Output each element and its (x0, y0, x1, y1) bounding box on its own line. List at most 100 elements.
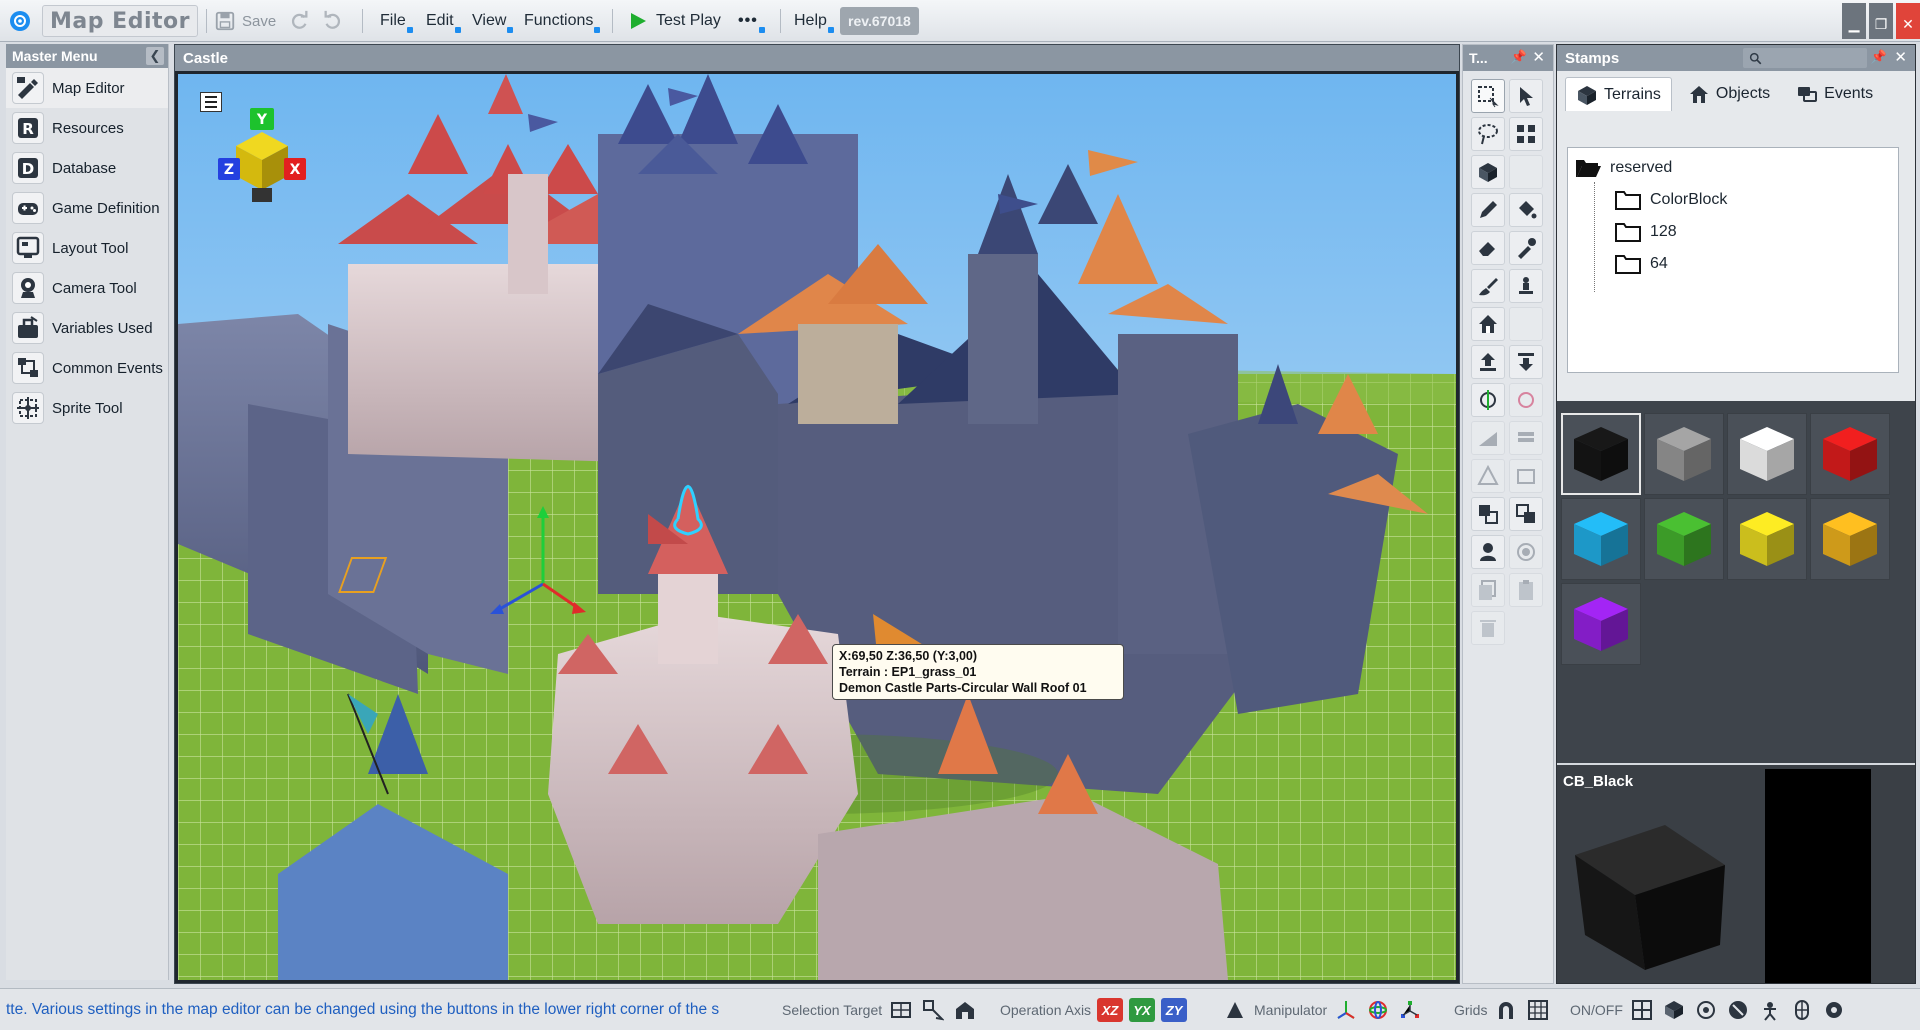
terrain-visibility-icon[interactable] (1661, 997, 1687, 1023)
lasso-tool-icon[interactable] (1471, 117, 1505, 151)
tab-label: Events (1824, 85, 1874, 102)
map-viewport[interactable]: Y Z X X:69,50 Z:36,50 (Y:3,00) Terrain :… (178, 74, 1456, 980)
test-play-button[interactable]: Test Play (628, 0, 721, 42)
collision-visibility-icon[interactable] (1789, 997, 1815, 1023)
menu-view[interactable]: View (466, 0, 514, 42)
object-visibility-icon[interactable] (1693, 997, 1719, 1023)
lighting-icon[interactable] (1725, 997, 1751, 1023)
close-icon[interactable]: ✕ (1894, 48, 1907, 66)
undo-button[interactable] (322, 0, 344, 42)
duplicate-tool-icon[interactable] (1471, 573, 1505, 607)
stamp-swatch[interactable] (1727, 413, 1807, 495)
character-tool-icon[interactable] (1471, 535, 1505, 569)
pin-icon[interactable]: 📌 (1871, 49, 1887, 65)
tab-terrains[interactable]: Terrains (1565, 77, 1672, 111)
stamp-swatch[interactable] (1644, 498, 1724, 580)
tab-objects[interactable]: Objects (1678, 77, 1780, 111)
menu-help[interactable]: Help (788, 0, 834, 42)
select-object-icon[interactable] (920, 997, 946, 1023)
master-item-game-definition[interactable]: Game Definition (6, 188, 168, 228)
clipboard-tool-icon[interactable] (1509, 573, 1543, 607)
stamp-swatch[interactable] (1561, 583, 1641, 665)
master-item-camera-tool[interactable]: Camera Tool (6, 268, 168, 308)
pencil-tool-icon[interactable] (1471, 193, 1505, 227)
layer-grid-icon[interactable] (1629, 997, 1655, 1023)
grid-toggle-icon[interactable] (1525, 997, 1551, 1023)
stamp-swatch[interactable] (1810, 413, 1890, 495)
stamp-tool-icon[interactable] (1509, 269, 1543, 303)
axis-zy-button[interactable]: ZY (1161, 998, 1188, 1022)
stamp-swatch[interactable] (1644, 413, 1724, 495)
tree-folder-64[interactable]: 64 (1574, 248, 1892, 280)
scene-render[interactable] (178, 74, 1456, 980)
paste-tool-icon[interactable] (1509, 497, 1543, 531)
master-item-resources[interactable]: R Resources (6, 108, 168, 148)
menu-functions[interactable]: Functions (518, 0, 601, 42)
eyedropper-tool-icon[interactable] (1509, 231, 1543, 265)
house-tool-icon[interactable] (1471, 307, 1505, 341)
brush-tool-icon[interactable] (1471, 269, 1505, 303)
grid-select-tool-icon[interactable] (1509, 117, 1543, 151)
rotate-tool-icon[interactable] (1471, 383, 1505, 417)
menu-edit[interactable]: Edit (420, 0, 461, 42)
stamp-swatch[interactable] (1727, 498, 1807, 580)
select-grid-icon[interactable] (888, 997, 914, 1023)
trash-tool-icon[interactable] (1471, 611, 1505, 645)
manipulator-icon[interactable] (1222, 997, 1248, 1023)
eraser-tool-icon[interactable] (1471, 231, 1505, 265)
coin-tool-icon[interactable] (1509, 535, 1543, 569)
settings-gear-icon[interactable] (1821, 997, 1847, 1023)
tab-events[interactable]: Events (1786, 77, 1883, 111)
box-tool-icon[interactable] (1509, 459, 1543, 493)
empty-tool-slot (1509, 155, 1543, 189)
more-button[interactable]: ••• (732, 0, 765, 42)
on-off-group: ON/OFF (1570, 989, 1847, 1030)
stamp-swatch[interactable] (1810, 498, 1890, 580)
axis-yx-button[interactable]: YX (1129, 998, 1156, 1022)
select-event-icon[interactable] (952, 997, 978, 1023)
toolbar-separator (206, 9, 207, 33)
master-item-variables-used[interactable]: Variables Used (6, 308, 168, 348)
raise-tool-icon[interactable] (1471, 345, 1505, 379)
axis-z-label: Z (224, 162, 234, 178)
redo-button[interactable] (288, 0, 310, 42)
layer-tool-icon[interactable] (1509, 421, 1543, 455)
tree-folder-128[interactable]: 128 (1574, 216, 1892, 248)
view-axis-cube-icon[interactable]: Y Z X (212, 104, 312, 204)
menu-file[interactable]: File (374, 0, 413, 42)
move-gizmo-icon[interactable] (1333, 997, 1359, 1023)
close-icon[interactable]: ✕ (1532, 48, 1545, 66)
pointer-tool-icon[interactable] (1509, 79, 1543, 113)
master-item-database[interactable]: D Database (6, 148, 168, 188)
tree-folder-colorblock[interactable]: ColorBlock (1574, 184, 1892, 216)
cube-icon (1574, 427, 1628, 481)
close-icon[interactable]: ✕ (1896, 3, 1920, 39)
master-item-common-events[interactable]: Common Events (6, 348, 168, 388)
minimize-icon[interactable]: ▁ (1842, 3, 1866, 39)
copy-tool-icon[interactable] (1471, 497, 1505, 531)
rotate-alt-tool-icon[interactable] (1509, 383, 1543, 417)
rect-select-tool-icon[interactable] (1471, 79, 1505, 113)
cube-place-tool-icon[interactable] (1471, 155, 1505, 189)
character-visibility-icon[interactable] (1757, 997, 1783, 1023)
master-item-map-editor[interactable]: Map Editor (6, 68, 168, 108)
tree-folder-reserved[interactable]: reserved (1574, 152, 1892, 184)
master-item-sprite-tool[interactable]: Sprite Tool (6, 388, 168, 428)
lower-tool-icon[interactable] (1509, 345, 1543, 379)
stamps-search-input[interactable] (1743, 48, 1867, 68)
stamp-swatch[interactable] (1561, 413, 1641, 495)
bucket-tool-icon[interactable] (1509, 193, 1543, 227)
collapse-chevron-icon[interactable]: ❮ (146, 47, 164, 65)
master-item-layout-tool[interactable]: Layout Tool (6, 228, 168, 268)
stamp-swatch[interactable] (1561, 498, 1641, 580)
scale-gizmo-icon[interactable] (1397, 997, 1423, 1023)
axis-xz-button[interactable]: XZ (1097, 998, 1124, 1022)
app-logo-icon (8, 0, 34, 42)
restore-icon[interactable]: ❐ (1869, 3, 1893, 39)
triangle-tool-icon[interactable] (1471, 459, 1505, 493)
rotate-gizmo-icon[interactable] (1365, 997, 1391, 1023)
slope-tool-icon[interactable] (1471, 421, 1505, 455)
pin-icon[interactable]: 📌 (1511, 49, 1527, 65)
grid-magnet-icon[interactable] (1493, 997, 1519, 1023)
save-button[interactable]: Save (214, 0, 276, 42)
